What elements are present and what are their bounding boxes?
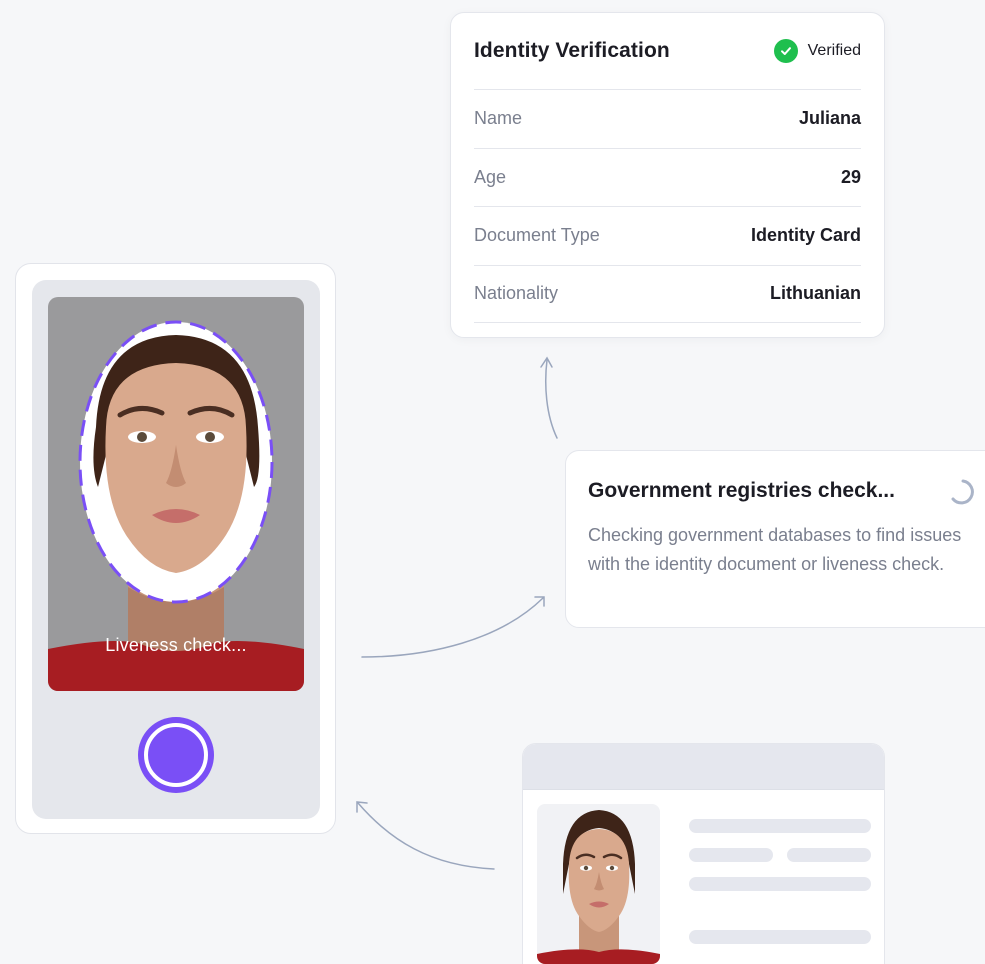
row-label: Nationality [474, 283, 559, 304]
liveness-status-text: Liveness check... [105, 635, 247, 655]
identity-card-title: Identity Verification [474, 39, 670, 62]
row-value: Lithuanian [770, 283, 861, 304]
row-value: Juliana [798, 108, 861, 129]
face-photo [48, 320, 304, 691]
loading-spinner-icon [951, 479, 974, 505]
row-label: Document Type [474, 225, 600, 246]
identity-card-header: Identity Verification Verified [474, 13, 861, 89]
row-value: Identity Card [750, 225, 861, 246]
phone-screen: Liveness check... [32, 280, 320, 819]
document-header [523, 744, 884, 790]
identity-row-document-type: Document Type Identity Card [474, 206, 861, 265]
identity-document-card [522, 743, 885, 964]
camera-view: Liveness check... [48, 297, 304, 691]
check-circle-icon [773, 39, 798, 63]
government-registries-card: Government registries check... Checking … [565, 450, 985, 628]
document-line [689, 877, 871, 891]
verified-badge: Verified [773, 39, 861, 63]
identity-row-nationality: Nationality Lithuanian [474, 264, 861, 323]
document-photo [537, 804, 660, 964]
registries-card-description: Checking government databases to find is… [588, 525, 962, 574]
identity-row-age: Age 29 [474, 147, 861, 207]
document-line [689, 848, 773, 862]
document-line [689, 930, 871, 944]
verified-label: Verified [807, 42, 861, 59]
capture-button-ring [144, 723, 208, 787]
identity-row-name: Name Juliana [474, 89, 861, 148]
phone-mockup: Liveness check... [15, 263, 336, 834]
capture-button[interactable] [138, 717, 214, 793]
identity-verification-card: Identity Verification Verified Name Juli… [450, 12, 885, 338]
row-value: 29 [840, 166, 861, 187]
document-line [787, 848, 871, 862]
row-label: Age [474, 166, 507, 187]
document-line [689, 819, 871, 833]
registries-card-title: Government registries check... [588, 479, 895, 502]
row-label: Name [474, 108, 523, 129]
